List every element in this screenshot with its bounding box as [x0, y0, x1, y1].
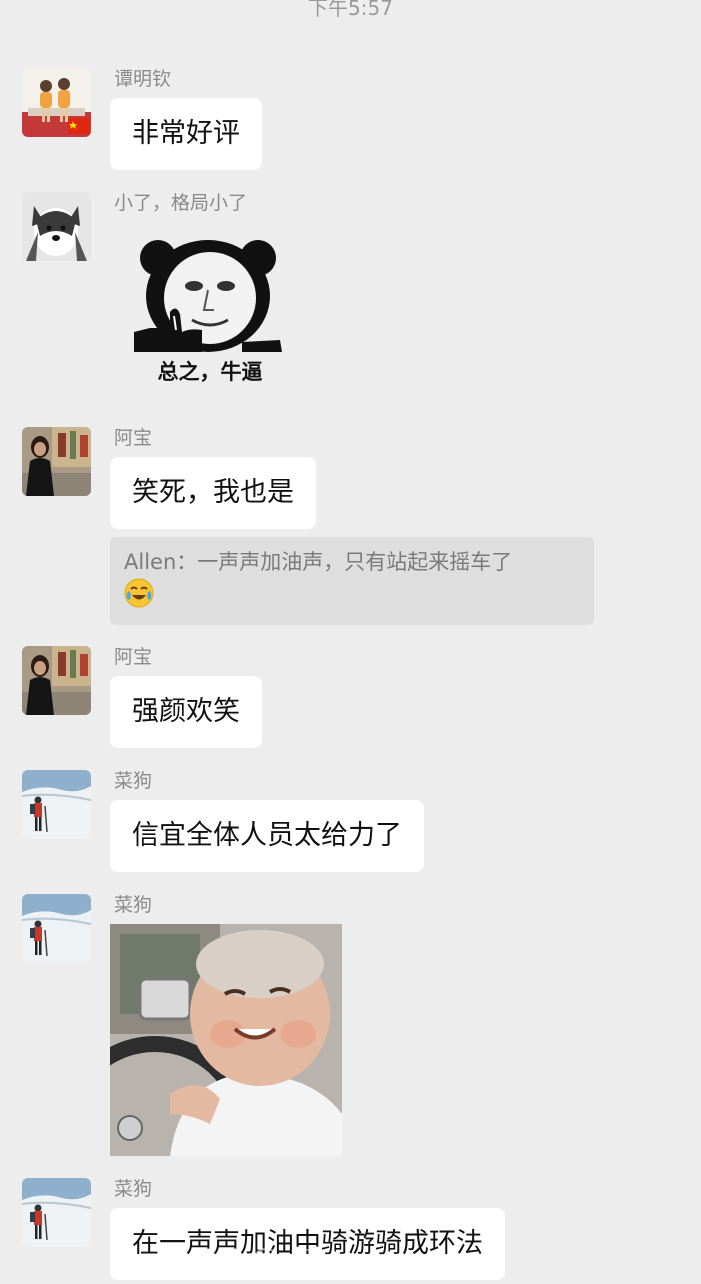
message-bubble[interactable]: 信宜全体人员太给力了	[110, 800, 424, 872]
avatar[interactable]	[22, 770, 91, 839]
avatar[interactable]	[22, 894, 91, 963]
sender-name: 菜狗	[114, 770, 153, 792]
panda-sticker[interactable]: 总之，牛逼	[130, 232, 290, 392]
avatar[interactable]	[22, 192, 91, 261]
quoted-message[interactable]: Allen：一声声加油声，只有站起来摇车了	[110, 537, 594, 625]
avatar[interactable]	[22, 427, 91, 496]
laughing-crying-emoji-icon	[124, 578, 154, 608]
message-bubble[interactable]: 笑死，我也是	[110, 457, 316, 529]
sender-name: 谭明钦	[114, 68, 172, 90]
status-time: 下午5:57	[308, 0, 393, 20]
sender-name: 小了，格局小了	[114, 192, 248, 214]
quote-text: Allen：一声声加油声，只有站起来摇车了	[124, 550, 513, 574]
avatar[interactable]	[22, 646, 91, 715]
sender-name: 阿宝	[114, 646, 153, 668]
sender-name: 阿宝	[114, 427, 153, 449]
message-bubble[interactable]: 非常好评	[110, 98, 262, 170]
sender-name: 菜狗	[114, 1178, 153, 1200]
watermark-site: WWW.GDMM.COM	[336, 1262, 449, 1275]
avatar[interactable]	[22, 1178, 91, 1247]
avatar[interactable]	[22, 68, 91, 137]
sticker-caption: 总之，牛逼	[157, 360, 263, 384]
sender-name: 菜狗	[114, 894, 153, 916]
toddler-driving-photo[interactable]	[110, 924, 342, 1156]
message-bubble[interactable]: 强颜欢笑	[110, 676, 262, 748]
site-watermark: WWW.GDMM.COM	[250, 1244, 470, 1280]
